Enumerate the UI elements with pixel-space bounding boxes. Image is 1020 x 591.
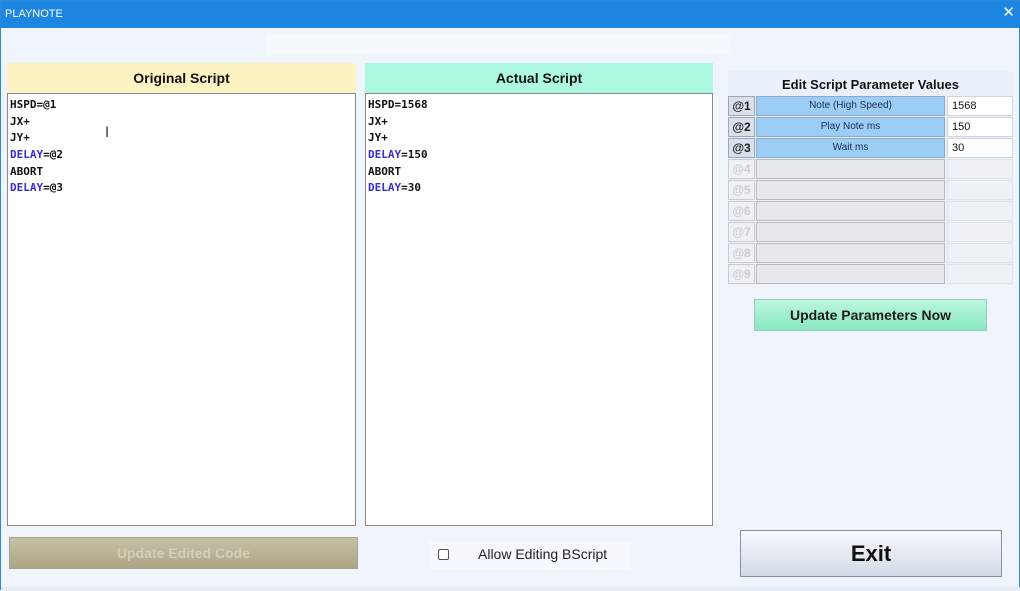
- parameter-row: @5: [728, 180, 1013, 200]
- exit-button[interactable]: Exit: [740, 530, 1002, 577]
- script-text: =@2: [43, 148, 63, 162]
- script-line: HSPD=1568: [368, 97, 710, 114]
- update-edited-code-button[interactable]: Update Edited Code: [9, 537, 358, 569]
- parameter-id: @1: [728, 96, 755, 116]
- parameter-id: @7: [728, 222, 755, 242]
- parameter-name[interactable]: Note (High Speed): [756, 96, 945, 116]
- parameter-value-input: [947, 159, 1013, 179]
- parameter-row: @3 Wait ms 30: [728, 138, 1013, 158]
- script-parameters-panel: Edit Script Parameter Values @1 Note (Hig…: [728, 71, 1013, 285]
- parameters-title: Edit Script Parameter Values: [781, 77, 960, 92]
- script-text: ABORT: [10, 164, 44, 178]
- script-line: JY+: [368, 130, 710, 147]
- script-line: JY+: [10, 130, 353, 147]
- parameter-row: @8: [728, 243, 1013, 263]
- script-text: =30: [401, 181, 421, 195]
- title-bar: PLAYNOTE ✕: [1, 1, 1020, 28]
- allow-editing-label[interactable]: Allow Editing BScript: [478, 546, 607, 562]
- script-keyword: DELAY: [368, 148, 402, 162]
- actual-script-view[interactable]: HSPD=1568 JX+ JY+ DELAY=150 ABORT DELAY=30: [365, 93, 713, 526]
- parameter-name: [756, 180, 945, 200]
- original-script-header: Original Script: [7, 63, 356, 93]
- script-text: HSPD=1568: [368, 98, 428, 111]
- script-text: HSPD=@1: [10, 98, 57, 111]
- header-strip: [266, 34, 731, 54]
- parameter-name: [756, 159, 945, 179]
- parameter-id: @5: [728, 180, 755, 200]
- parameter-id: @2: [728, 117, 755, 137]
- text-cursor-icon: I: [105, 125, 110, 141]
- allow-editing-checkbox[interactable]: [438, 549, 449, 560]
- parameter-row: @9: [728, 264, 1013, 284]
- script-keyword: DELAY: [10, 181, 44, 195]
- parameter-row: @6: [728, 201, 1013, 221]
- parameter-value-input[interactable]: 30: [947, 138, 1013, 158]
- parameter-value-input: [947, 222, 1013, 242]
- script-line: JX+: [10, 114, 353, 131]
- window-title: PLAYNOTE: [5, 8, 63, 20]
- parameter-id: @6: [728, 201, 755, 221]
- script-text: =@3: [43, 181, 63, 195]
- parameter-name: [756, 222, 945, 242]
- parameter-row: @4: [728, 159, 1013, 179]
- script-line: DELAY=@3: [10, 180, 353, 197]
- actual-script-header: Actual Script: [365, 63, 713, 93]
- allow-editing-option: Allow Editing BScript: [429, 541, 631, 569]
- script-keyword: DELAY: [10, 148, 44, 162]
- script-text: ABORT: [368, 164, 402, 178]
- script-line: DELAY=@2: [10, 147, 353, 164]
- parameter-row: @2 Play Note ms 150: [728, 117, 1013, 137]
- parameter-value-input[interactable]: 150: [947, 117, 1013, 137]
- parameter-value-input[interactable]: 1568: [947, 96, 1013, 116]
- parameter-name: [756, 201, 945, 221]
- parameter-value-input: [947, 243, 1013, 263]
- script-text: =150: [401, 148, 428, 162]
- parameter-name[interactable]: Wait ms: [756, 138, 945, 158]
- original-script-editor[interactable]: HSPD=@1 JX+ JY+ DELAY=@2 ABORT DELAY=@3: [7, 93, 356, 526]
- script-text: JY+: [10, 131, 30, 145]
- script-line: DELAY=150: [368, 147, 710, 164]
- playnote-window: PLAYNOTE ✕ Original Script HSPD=@1 JX+ JY+…: [0, 0, 1020, 591]
- parameter-id: @9: [728, 264, 755, 284]
- parameter-value-input: [947, 201, 1013, 221]
- parameter-value-input: [947, 264, 1013, 284]
- script-text: JY+: [368, 131, 388, 145]
- update-parameters-button[interactable]: Update Parameters Now: [754, 299, 987, 331]
- parameter-id: @4: [728, 159, 755, 179]
- script-line: HSPD=@1: [10, 97, 353, 114]
- parameter-id: @8: [728, 243, 755, 263]
- parameter-name[interactable]: Play Note ms: [756, 117, 945, 137]
- parameter-value-input: [947, 180, 1013, 200]
- script-text: JX+: [10, 114, 30, 128]
- script-line: DELAY=30: [368, 180, 710, 197]
- script-line: ABORT: [368, 164, 710, 181]
- close-icon[interactable]: ✕: [1002, 5, 1015, 21]
- script-line: JX+: [368, 114, 710, 131]
- script-keyword: DELAY: [368, 181, 402, 195]
- bottom-edge: [1, 587, 1020, 591]
- parameter-id: @3: [728, 138, 755, 158]
- parameter-row: @7: [728, 222, 1013, 242]
- parameter-row: @1 Note (High Speed) 1568: [728, 96, 1013, 116]
- parameter-name: [756, 264, 945, 284]
- script-line: ABORT: [10, 164, 353, 181]
- parameter-name: [756, 243, 945, 263]
- script-text: JX+: [368, 114, 388, 128]
